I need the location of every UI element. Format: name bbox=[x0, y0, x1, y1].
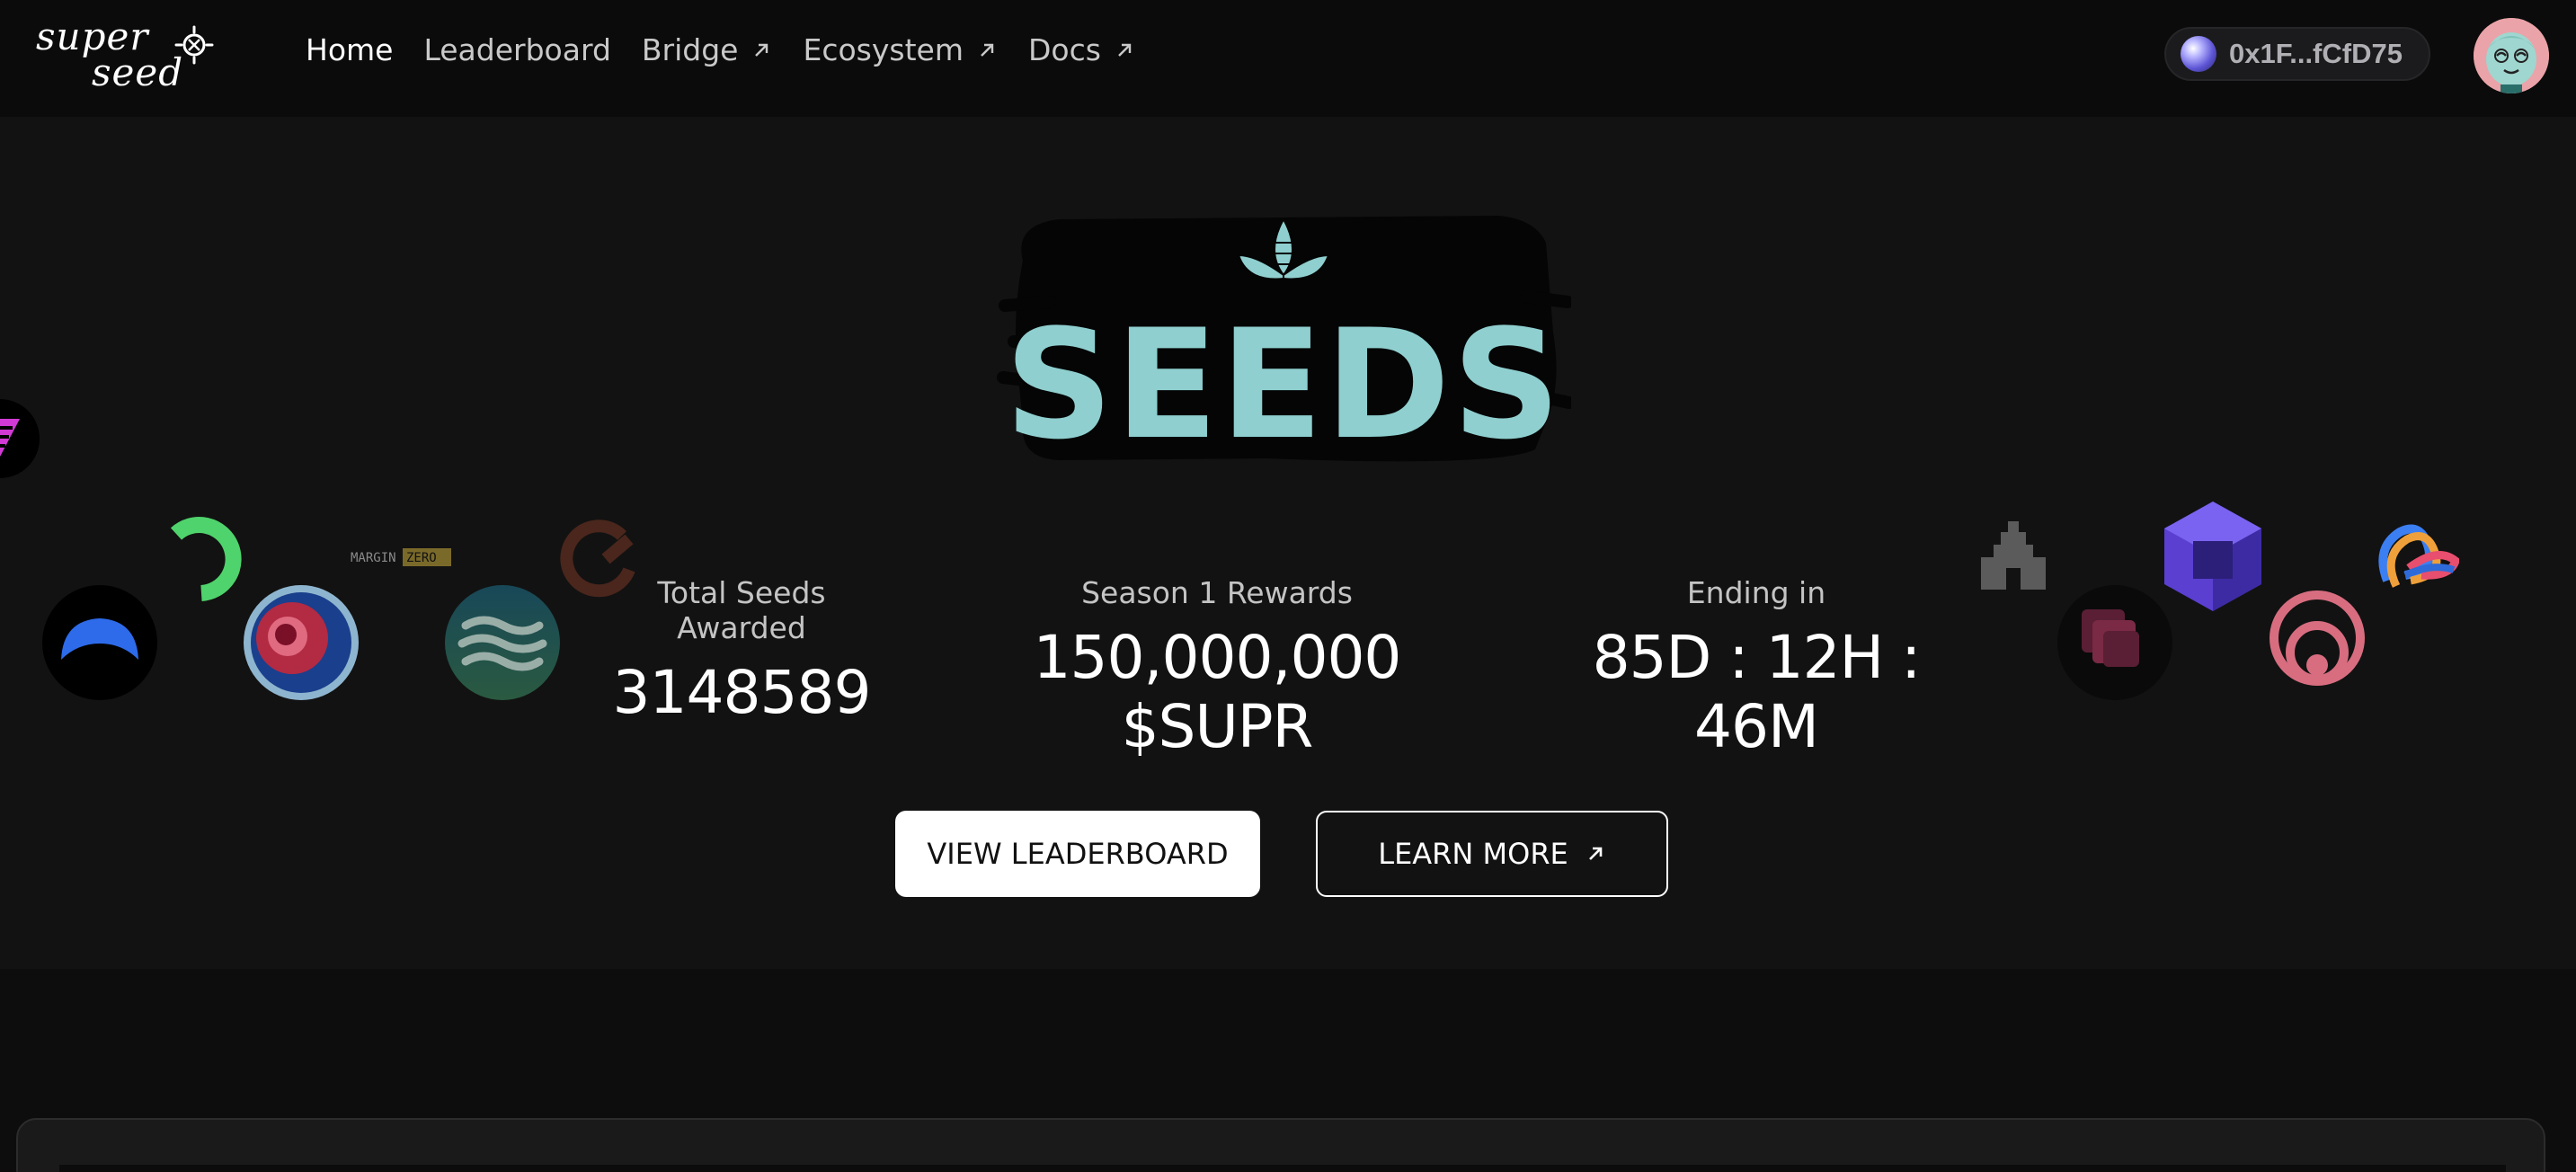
nav-ecosystem-label: Ecosystem bbox=[803, 32, 964, 67]
partner-logo-green-wave-icon bbox=[445, 585, 560, 700]
stat-season-rewards: Season 1 Rewards 150,000,000 $SUPR bbox=[949, 575, 1485, 761]
partner-logo-pink-rings-icon bbox=[2270, 590, 2365, 686]
nav-leaderboard[interactable]: Leaderboard bbox=[423, 32, 610, 67]
learn-more-button[interactable]: LEARN MORE bbox=[1316, 811, 1668, 897]
top-navigation: super seed Home Leaderboard Bridge Ecosy… bbox=[0, 0, 2576, 117]
partner-logo-blue-dome-icon bbox=[42, 585, 157, 700]
partner-logo-stacked-squares-icon bbox=[2057, 585, 2172, 700]
seeds-hero: SEEDS MARGIN ZERO Total Seeds Awarded 31… bbox=[0, 117, 2576, 969]
seeds-logo: SEEDS bbox=[997, 216, 1571, 473]
nav-home[interactable]: Home bbox=[306, 32, 393, 67]
partner-logo-margin-zero: MARGIN ZERO bbox=[351, 548, 451, 566]
superseed-logo[interactable]: super seed bbox=[36, 14, 214, 95]
svg-text:MARGIN: MARGIN bbox=[351, 551, 396, 565]
stat-total-seeds-value: 3148589 bbox=[612, 658, 872, 727]
stat-season-rewards-label: Season 1 Rewards bbox=[1081, 575, 1353, 610]
nav-home-label: Home bbox=[306, 32, 394, 67]
stat-ending-in-value: 85D : 12H : 46M bbox=[1592, 623, 1922, 761]
partner-logo-pink-triangle-icon bbox=[0, 399, 40, 478]
external-link-arrow-icon bbox=[1588, 847, 1603, 860]
learn-more-label: LEARN MORE bbox=[1378, 837, 1568, 871]
external-link-arrow-icon bbox=[981, 43, 994, 57]
nav-bridge-label: Bridge bbox=[641, 32, 739, 67]
partner-logo-rainbow-loop-icon bbox=[2378, 524, 2459, 588]
view-leaderboard-button[interactable]: VIEW LEADERBOARD bbox=[895, 811, 1260, 897]
nav-docs[interactable]: Docs bbox=[1028, 32, 1135, 67]
partner-logo-red-orb-icon bbox=[244, 585, 359, 700]
nav-leaderboard-label: Leaderboard bbox=[423, 32, 611, 67]
panel-header-bar bbox=[59, 1165, 2506, 1172]
nav-bridge[interactable]: Bridge bbox=[642, 32, 773, 67]
partner-logo-purple-cube-icon bbox=[2164, 502, 2261, 611]
external-link-arrow-icon bbox=[1118, 43, 1132, 57]
stat-ending-in-label: Ending in bbox=[1686, 575, 1826, 610]
wallet-orb-icon bbox=[2181, 36, 2216, 72]
partner-logo-green-ring-icon bbox=[170, 517, 242, 601]
hero-content: SEEDS MARGIN ZERO Total Seeds Awarded 31… bbox=[0, 117, 2576, 969]
external-link-arrow-icon bbox=[755, 43, 768, 57]
avatar[interactable] bbox=[2474, 18, 2549, 93]
stat-total-seeds: Total Seeds Awarded 3148589 bbox=[593, 575, 890, 727]
seeds-title: SEEDS bbox=[1005, 297, 1563, 473]
content-panel bbox=[16, 1118, 2545, 1172]
logo-sun-icon bbox=[174, 25, 214, 65]
partner-logo-castle-icon bbox=[1981, 521, 2046, 590]
stat-season-rewards-value: 150,000,000 $SUPR bbox=[1033, 623, 1402, 761]
main-menu: Home Leaderboard Bridge Ecosystem Docs bbox=[306, 32, 1166, 67]
stat-ending-in: Ending in 85D : 12H : 46M bbox=[1539, 575, 1974, 761]
view-leaderboard-label: VIEW LEADERBOARD bbox=[927, 837, 1229, 871]
nav-ecosystem[interactable]: Ecosystem bbox=[803, 32, 998, 67]
wallet-button[interactable]: 0x1F...fCfD75 bbox=[2164, 27, 2430, 81]
wallet-address: 0x1F...fCfD75 bbox=[2229, 38, 2403, 69]
svg-text:ZERO: ZERO bbox=[406, 551, 437, 565]
nav-docs-label: Docs bbox=[1027, 32, 1101, 67]
stat-total-seeds-label: Total Seeds Awarded bbox=[657, 575, 826, 645]
avatar-face-icon bbox=[2474, 18, 2549, 93]
